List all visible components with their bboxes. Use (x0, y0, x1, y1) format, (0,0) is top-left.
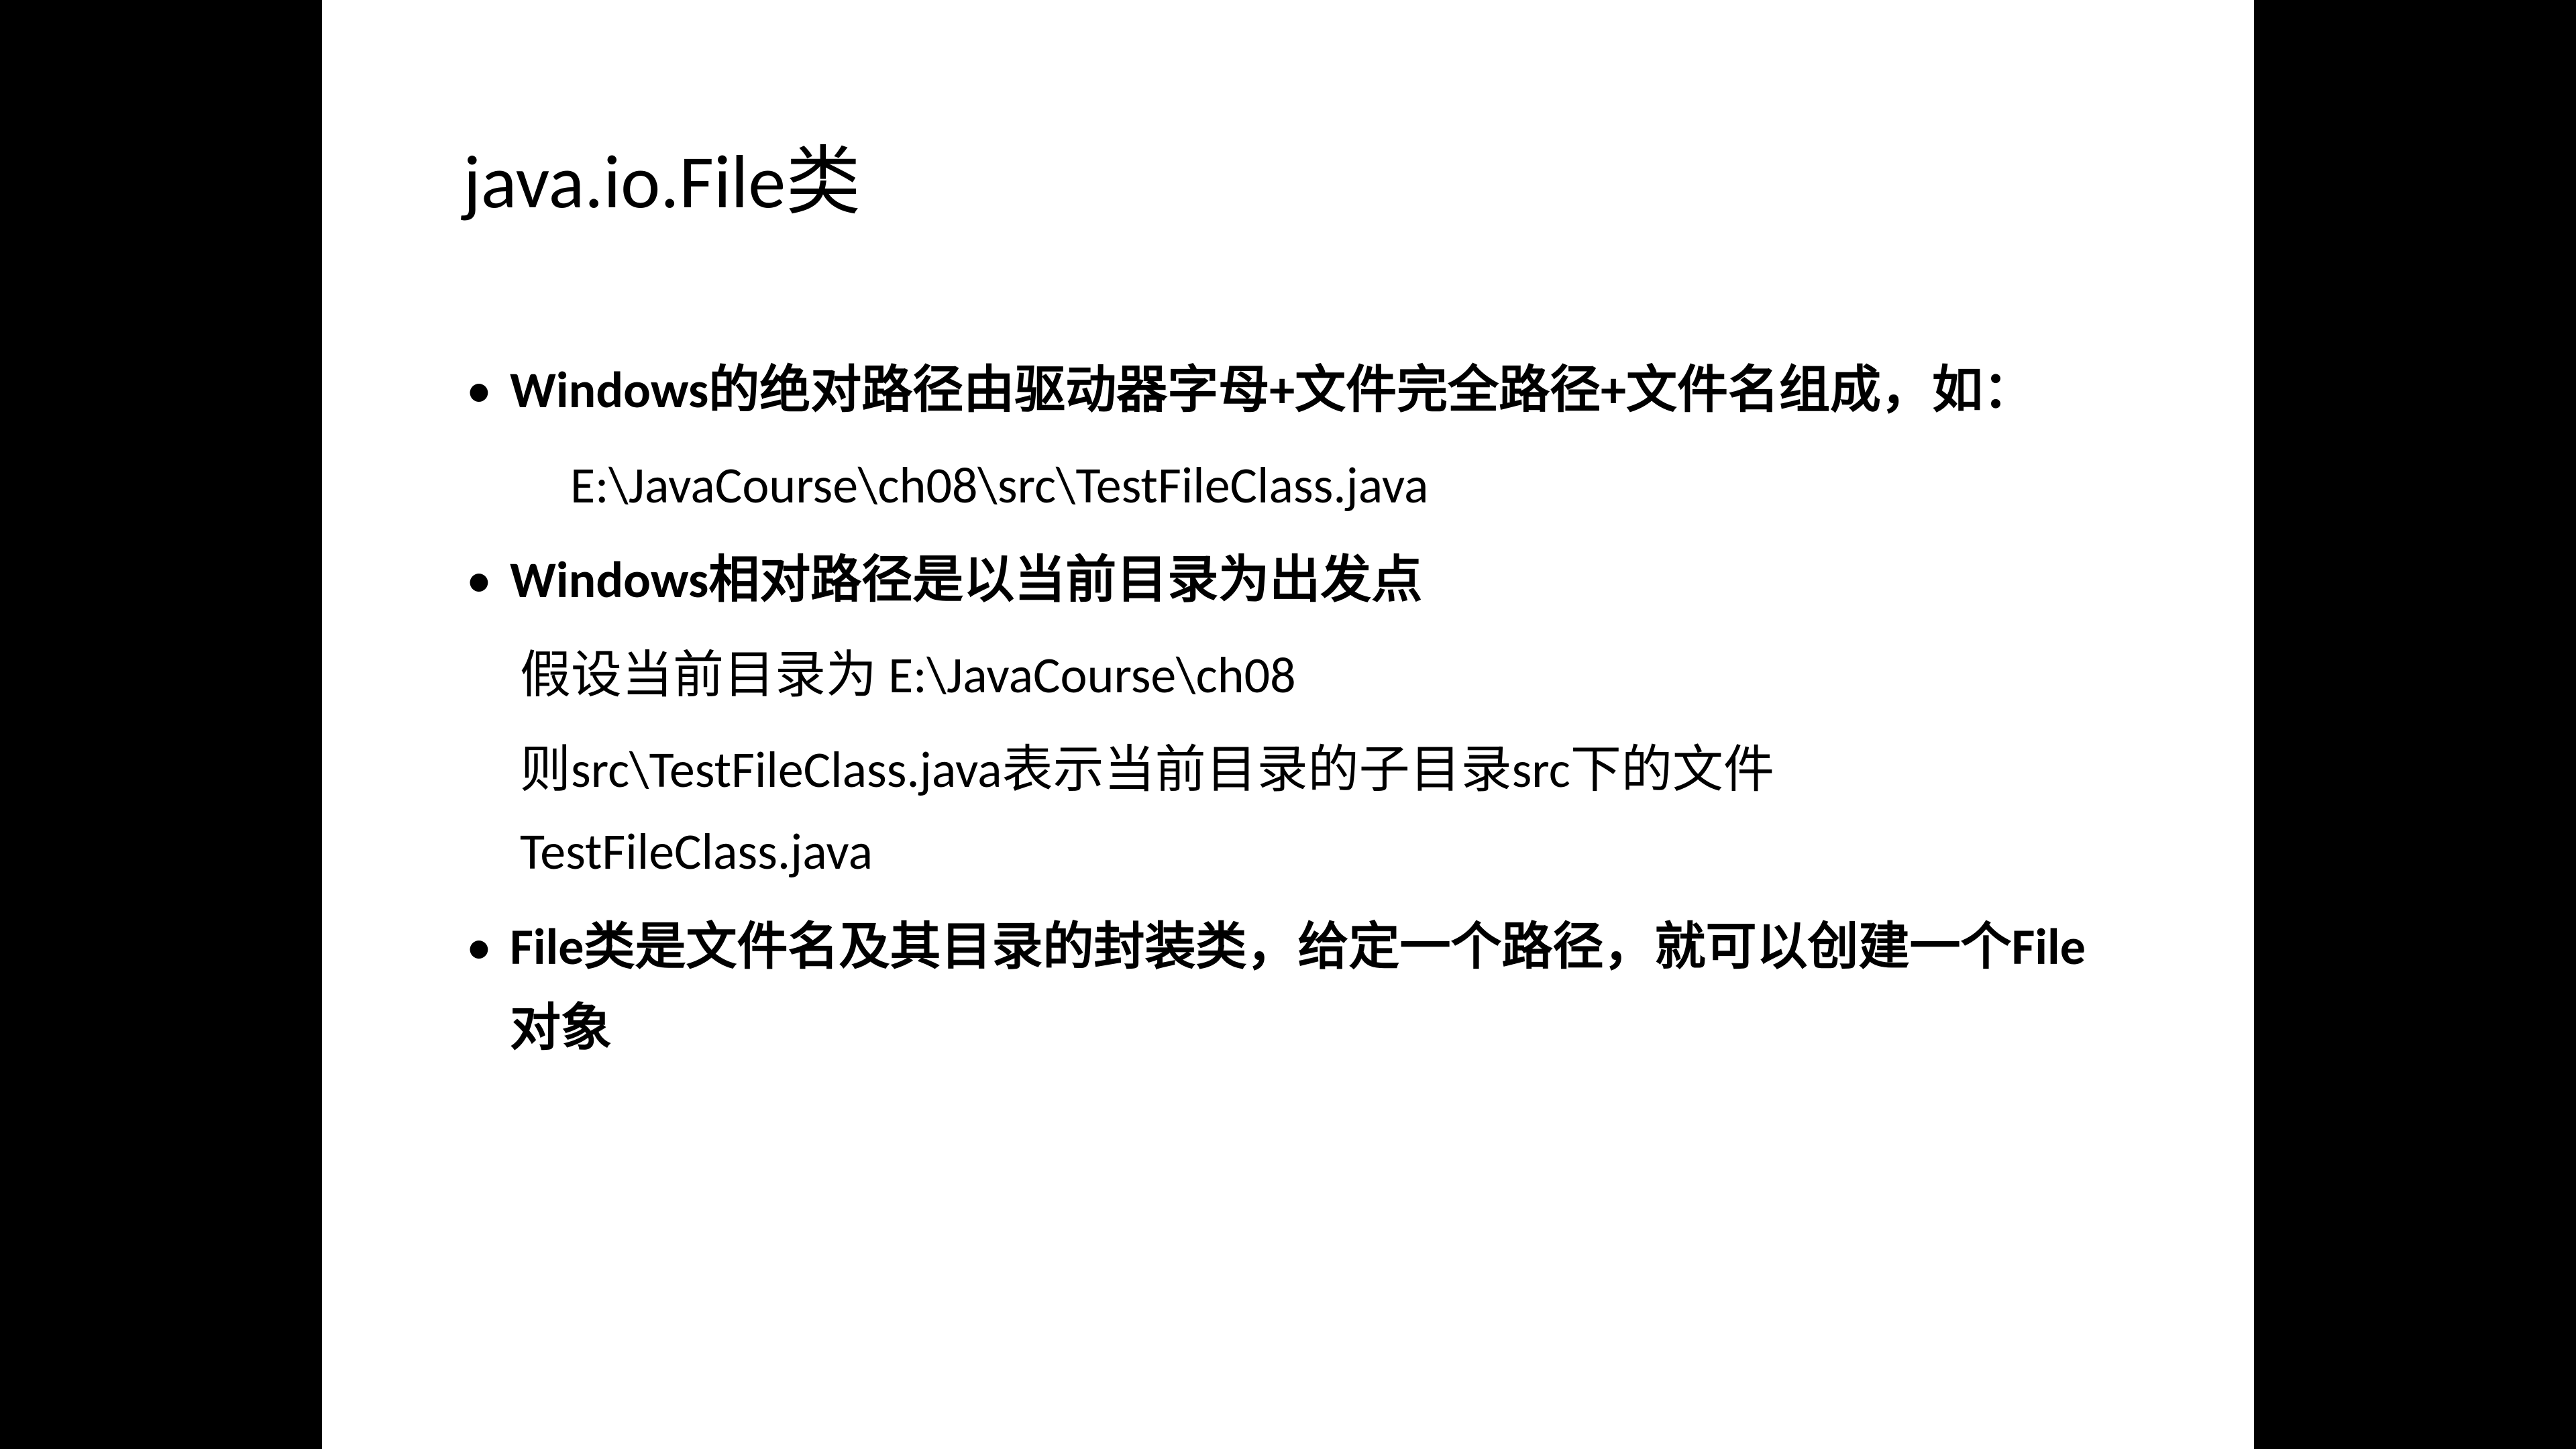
bullet-point-3: File类是文件名及其目录的封装类，给定一个路径，就可以创建一个File对象 (456, 907, 2120, 1070)
slide-content: Windows的绝对路径由驱动器字母+文件完全路径+文件名组成，如： E:\Ja… (456, 350, 2120, 1070)
example-path-1: E:\JavaCourse\ch08\src\TestFileClass.jav… (456, 445, 2120, 527)
bullet-point-2: Windows相对路径是以当前目录为出发点 (456, 540, 2120, 622)
bullet-text-3: File类是文件名及其目录的封装类，给定一个路径，就可以创建一个File对象 (510, 916, 2086, 1060)
sub-text-2b: 则src\TestFileClass.java表示当前目录的子目录src下的文件… (456, 730, 2120, 893)
bullet-text-1: Windows的绝对路径由驱动器字母+文件完全路径+文件名组成，如： (510, 360, 2034, 421)
presentation-slide: java.io.File类 Windows的绝对路径由驱动器字母+文件完全路径+… (322, 0, 2254, 1449)
bullet-text-2: Windows相对路径是以当前目录为出发点 (510, 549, 1422, 611)
sub-text-2a: 假设当前目录为 E:\JavaCourse\ch08 (456, 635, 2120, 717)
slide-title: java.io.File类 (463, 121, 2120, 229)
bullet-point-1: Windows的绝对路径由驱动器字母+文件完全路径+文件名组成，如： (456, 350, 2120, 432)
